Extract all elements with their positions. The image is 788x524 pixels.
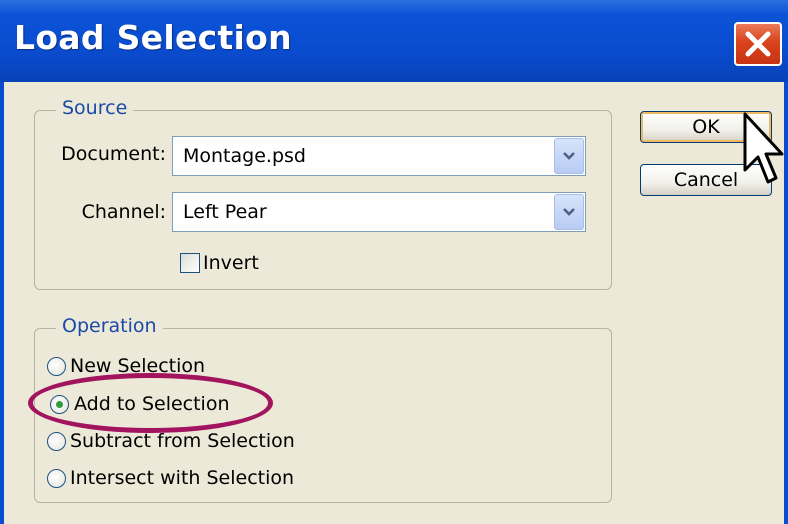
intersect-with-selection-radio[interactable] <box>47 469 66 488</box>
chevron-down-icon <box>563 152 575 160</box>
channel-value: Left Pear <box>183 201 267 223</box>
mouse-pointer-icon <box>743 112 784 184</box>
close-icon <box>745 31 771 57</box>
dialog-title: Load Selection <box>14 18 292 57</box>
document-select[interactable]: Montage.psd <box>172 136 586 176</box>
new-selection-radio[interactable] <box>47 357 66 376</box>
channel-label: Channel: <box>81 201 166 223</box>
source-legend: Source <box>56 97 134 119</box>
invert-label[interactable]: Invert <box>203 252 259 274</box>
document-label: Document: <box>61 143 166 165</box>
subtract-from-selection-radio[interactable] <box>47 432 66 451</box>
channel-select[interactable]: Left Pear <box>172 192 586 232</box>
subtract-from-selection-label[interactable]: Subtract from Selection <box>70 430 295 452</box>
intersect-with-selection-label[interactable]: Intersect with Selection <box>70 467 294 489</box>
close-button[interactable] <box>734 22 782 66</box>
chevron-down-icon <box>563 208 575 216</box>
window-border-left <box>0 82 4 524</box>
load-selection-dialog: Load Selection Source Document: Montage.… <box>0 0 788 524</box>
invert-checkbox[interactable] <box>180 253 200 273</box>
document-value: Montage.psd <box>183 145 306 167</box>
highlight-ellipse <box>28 373 273 433</box>
operation-legend: Operation <box>56 315 163 337</box>
document-dropdown-button[interactable] <box>554 138 584 174</box>
channel-dropdown-button[interactable] <box>554 194 584 230</box>
title-bar[interactable]: Load Selection <box>0 0 788 82</box>
